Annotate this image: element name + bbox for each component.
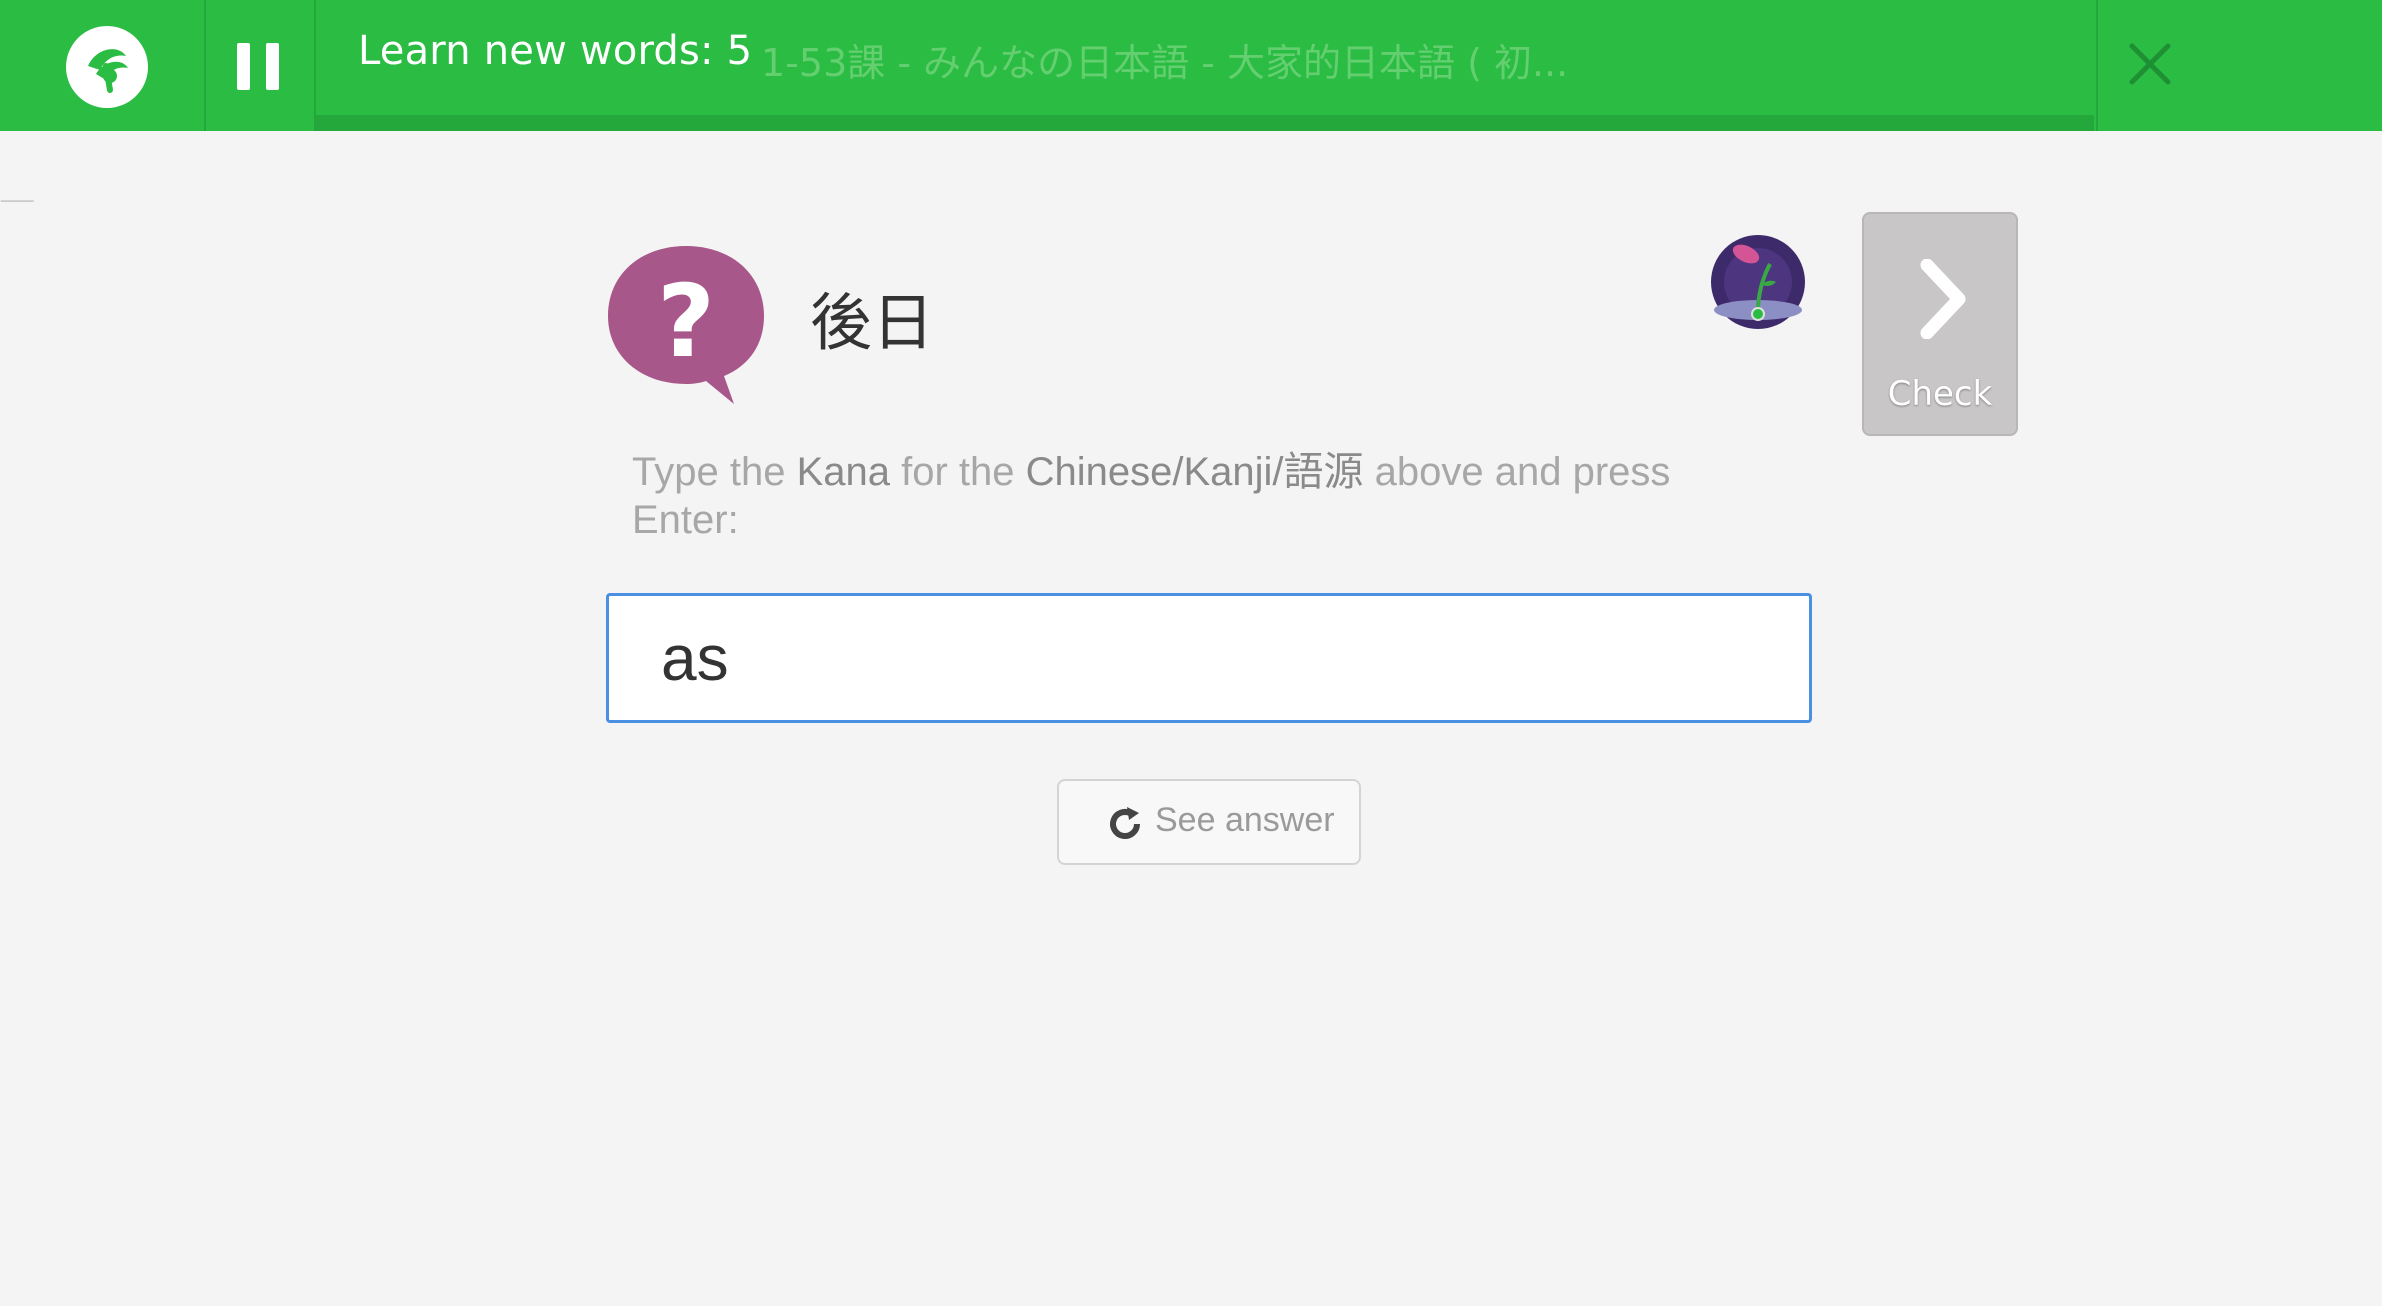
check-button[interactable]: Check — [1862, 212, 2018, 436]
close-button[interactable] — [2096, 0, 2382, 131]
prompt-word: 後日 — [810, 286, 935, 359]
refresh-icon — [1110, 807, 1140, 839]
check-label: Check — [1887, 374, 1993, 414]
question-bubble-icon: ? — [608, 246, 764, 404]
course-name: 1-53課 - みんなの日本語 - 大家的日本語 ( 初... — [761, 41, 1569, 85]
memrise-logo[interactable] — [66, 26, 148, 108]
instruction-part: for the — [889, 450, 1026, 494]
memrise-sprout-icon — [69, 29, 145, 105]
edge-mark: ⸻ — [0, 193, 35, 209]
instruction-text: Type the Kana for the Chinese/Kanji/語源 a… — [632, 448, 1752, 544]
pause-button[interactable] — [206, 0, 316, 131]
instruction-answer-type: Kana — [796, 450, 890, 494]
answer-input[interactable] — [606, 593, 1812, 723]
session-title-area: Learn new words: 5 1-53課 - みんなの日本語 - 大家的… — [316, 0, 2094, 131]
session-progress-bar — [316, 115, 2094, 131]
see-answer-button[interactable]: See answer — [1057, 779, 1361, 865]
session-title: Learn new words: 5 — [358, 28, 753, 74]
instruction-prompt-type: Chinese/Kanji/語源 — [1025, 450, 1364, 494]
chevron-right-icon — [1920, 259, 1966, 339]
instruction-part: Type the — [632, 450, 797, 494]
flower-mem-icon[interactable] — [1710, 234, 1806, 330]
close-icon — [2129, 43, 2171, 85]
see-answer-label: See answer — [1155, 801, 1335, 839]
svg-text:?: ? — [657, 263, 715, 380]
logo-cell — [0, 0, 206, 131]
top-bar: Learn new words: 5 1-53課 - みんなの日本語 - 大家的… — [0, 0, 2382, 131]
